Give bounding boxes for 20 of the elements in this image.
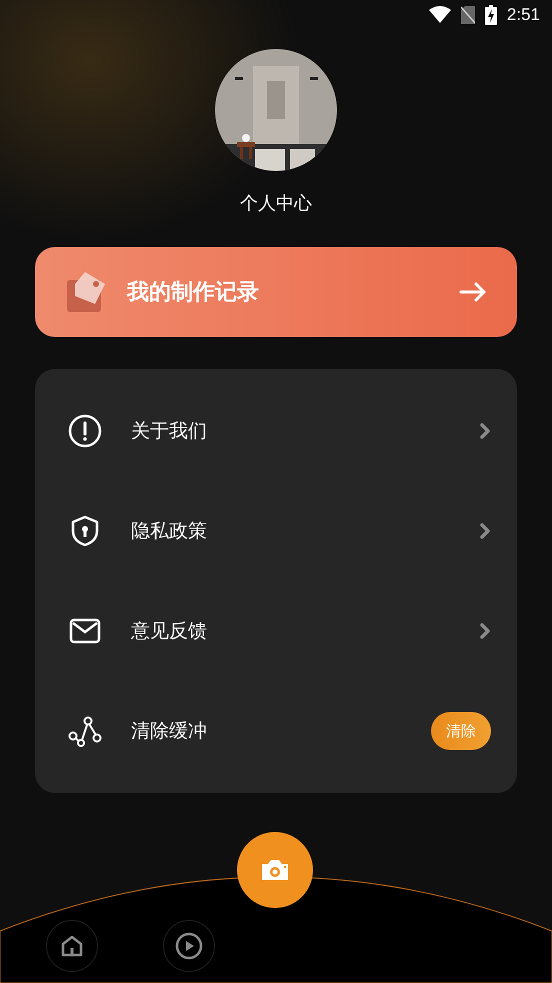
no-sim-icon bbox=[460, 6, 475, 24]
wifi-icon bbox=[428, 6, 451, 24]
camera-icon bbox=[260, 858, 290, 882]
chevron-right-icon[interactable] bbox=[479, 422, 491, 440]
profile-title: 个人中心 bbox=[240, 192, 312, 215]
status-time: 2:51 bbox=[506, 5, 540, 25]
menu-item-label[interactable]: 意见反馈 bbox=[131, 618, 479, 644]
play-icon bbox=[175, 932, 203, 960]
nodes-icon bbox=[67, 715, 103, 747]
info-icon bbox=[68, 414, 102, 448]
menu-item-label[interactable]: 关于我们 bbox=[131, 418, 479, 444]
menu-item-label[interactable]: 隐私政策 bbox=[131, 518, 479, 544]
menu-item-label[interactable]: 清除缓冲 bbox=[131, 718, 431, 744]
battery-charging-icon bbox=[484, 5, 497, 25]
chevron-right-icon[interactable] bbox=[479, 522, 491, 540]
home-icon bbox=[61, 935, 83, 957]
mail-icon bbox=[69, 618, 101, 644]
chevron-right-icon[interactable] bbox=[479, 622, 491, 640]
shield-icon bbox=[71, 515, 99, 547]
arrow-right-icon bbox=[459, 282, 487, 302]
